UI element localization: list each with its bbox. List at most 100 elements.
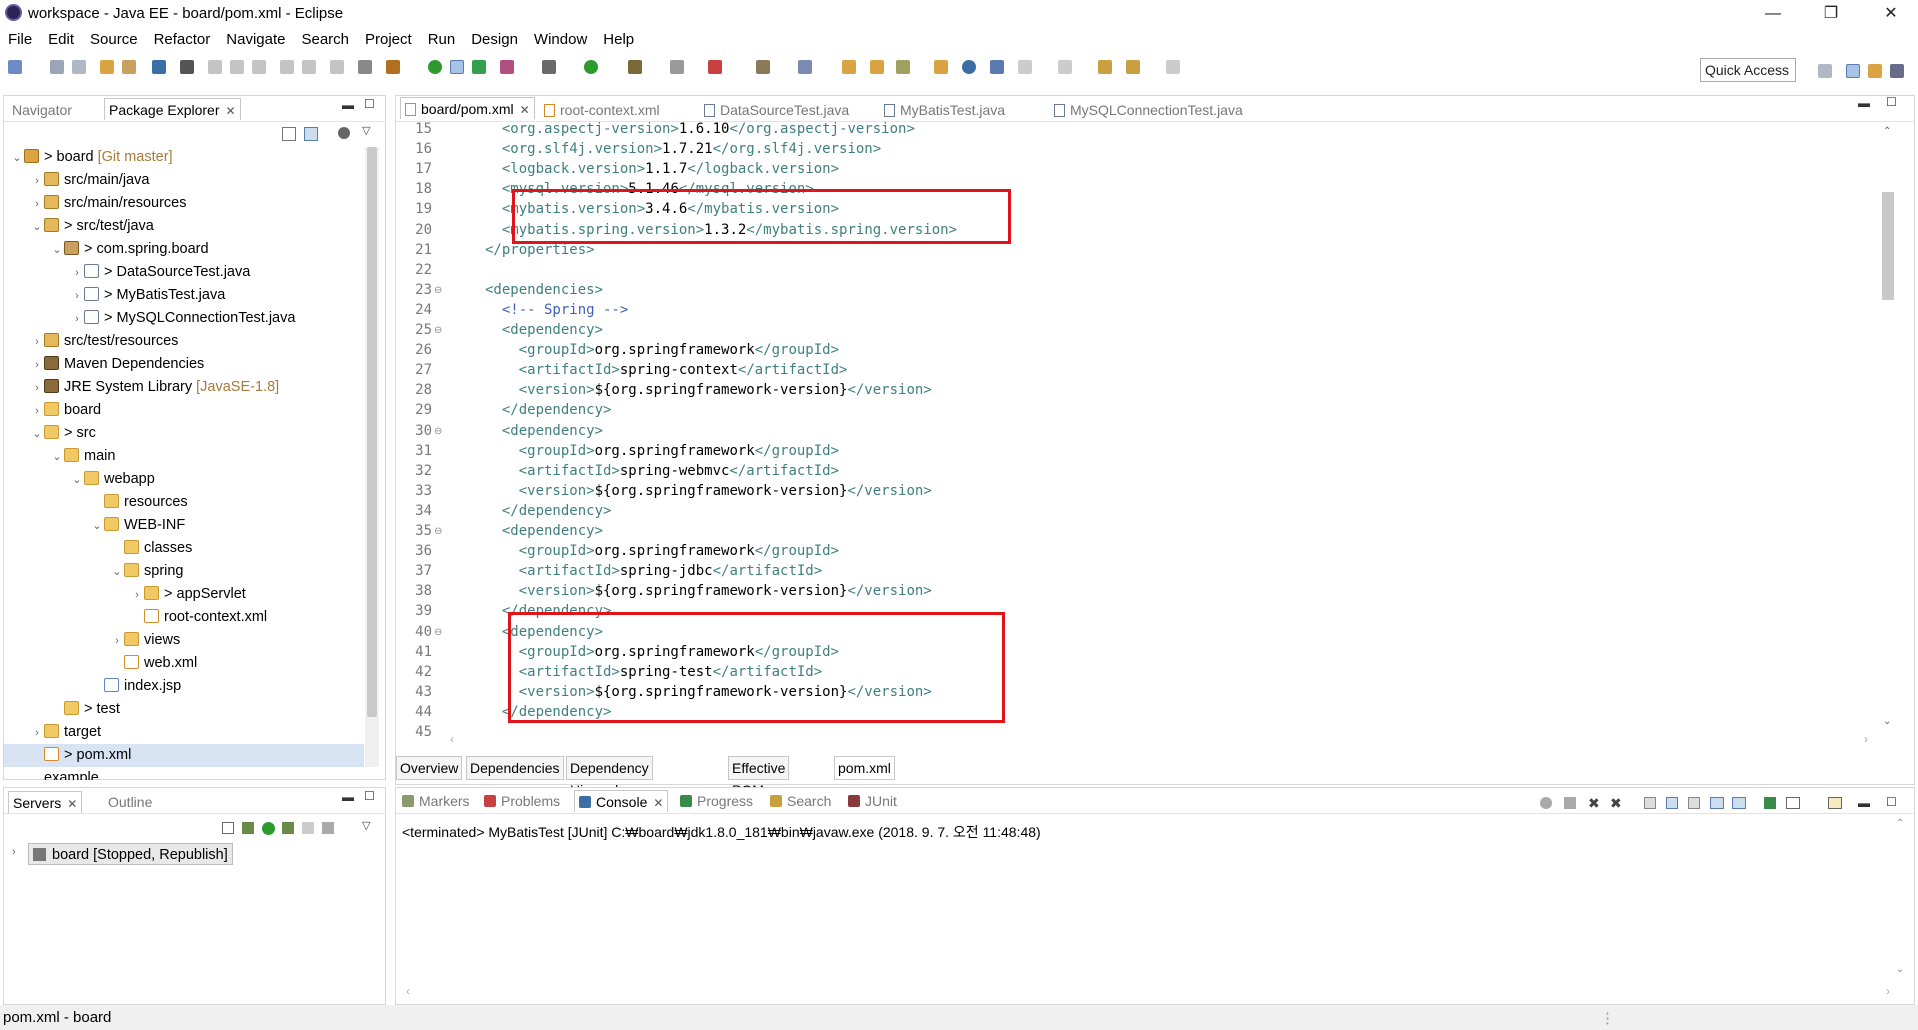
code-line[interactable]: <groupId>org.springframework</groupId> — [485, 342, 839, 358]
editor-tab[interactable]: board/pom.xml ✕ — [400, 97, 535, 119]
tree-item[interactable]: › > MyBatisTest.java — [4, 284, 225, 307]
open-console-icon[interactable] — [1828, 797, 1842, 809]
clear-console-icon[interactable] — [1644, 797, 1656, 809]
tree-item[interactable]: › target — [4, 721, 101, 744]
skip-breakpoints-icon[interactable] — [180, 60, 194, 74]
annotation-next-icon[interactable] — [1018, 60, 1032, 74]
code-line[interactable]: <org.aspectj-version>1.6.10</org.aspectj… — [485, 121, 915, 137]
open-resource-icon[interactable] — [122, 60, 136, 74]
expand-arrow-icon[interactable]: › — [12, 846, 16, 858]
minimize-button[interactable]: — — [1750, 2, 1796, 26]
toggle-mark-icon[interactable] — [358, 60, 372, 74]
code-line[interactable]: <dependency> — [485, 523, 603, 539]
save-all-icon[interactable] — [72, 60, 86, 74]
code-line[interactable]: <!-- Spring --> — [485, 302, 628, 318]
coverage-icon[interactable] — [500, 60, 514, 74]
pom-tab[interactable]: pom.xml — [834, 756, 895, 780]
resume-icon[interactable] — [208, 60, 222, 74]
open-folder-icon[interactable] — [842, 60, 856, 74]
code-line[interactable]: <version>${org.springframework-version}<… — [485, 483, 932, 499]
new-class-icon[interactable] — [798, 60, 812, 74]
block-select-icon[interactable] — [450, 60, 464, 74]
code-line[interactable]: <artifactId>spring-jdbc</artifactId> — [485, 563, 822, 579]
console-maximize-icon[interactable]: ☐ — [1886, 795, 1897, 809]
scroll-left-icon[interactable]: ‹ — [406, 984, 410, 998]
tree-item[interactable]: › views — [4, 629, 180, 652]
tree-item[interactable]: › > DataSourceTest.java — [4, 261, 250, 284]
tree-item[interactable]: ⌄ > board [Git master] — [4, 146, 173, 169]
quick-access-input[interactable]: Quick Access — [1700, 58, 1796, 82]
code-line[interactable]: <dependency> — [485, 322, 603, 338]
view-menu-icon[interactable]: ▽ — [362, 124, 370, 137]
java-ee-perspective-icon[interactable] — [1846, 64, 1860, 78]
stop-icon[interactable] — [670, 60, 684, 74]
tree-item[interactable]: ⌄ webapp — [4, 468, 155, 491]
server-item-board[interactable]: board [Stopped, Republish] — [28, 843, 233, 865]
terminate-console-icon[interactable] — [1564, 797, 1576, 809]
debug-icon[interactable] — [542, 60, 556, 74]
code-line[interactable]: <logback.version>1.1.7</logback.version> — [485, 161, 839, 177]
close-icon[interactable]: ✕ — [653, 796, 663, 810]
tree-item[interactable]: > pom.xml — [4, 744, 364, 767]
remove-all-icon[interactable]: ✖ — [1610, 795, 1622, 812]
terminal-icon[interactable] — [152, 60, 166, 74]
menu-run[interactable]: Run — [420, 28, 464, 48]
scroll-lock-icon[interactable] — [1666, 797, 1678, 809]
editor-scroll-thumb[interactable] — [1882, 192, 1894, 300]
stop-server-icon[interactable] — [302, 822, 314, 834]
console-view-tab[interactable]: Problems — [480, 790, 564, 812]
tree-item[interactable]: > test — [4, 698, 120, 721]
editor-tab[interactable]: DataSourceTest.java — [700, 99, 853, 121]
open-folder2-icon[interactable] — [870, 60, 884, 74]
search-folder-icon[interactable] — [934, 60, 948, 74]
tree-item[interactable]: resources — [4, 491, 188, 514]
menu-help[interactable]: Help — [595, 28, 642, 48]
link-editor-icon[interactable] — [304, 127, 318, 141]
collapse-icon[interactable] — [222, 822, 234, 834]
collapsed-arrow-icon[interactable]: › — [110, 630, 124, 653]
code-line[interactable]: <artifactId>spring-context</artifactId> — [485, 362, 848, 378]
menu-window[interactable]: Window — [526, 28, 595, 48]
console-minimize-icon[interactable]: ▬ — [1858, 796, 1870, 810]
fold-toggle-icon[interactable]: ⊖ — [434, 426, 442, 437]
minimize-view-icon[interactable]: ▬ — [342, 790, 354, 804]
remove-launch-icon[interactable]: ✖ — [1588, 795, 1600, 812]
save-icon[interactable] — [50, 60, 64, 74]
fold-toggle-icon[interactable]: ⊖ — [434, 526, 442, 537]
collapsed-arrow-icon[interactable]: › — [30, 354, 44, 377]
profile-server-icon[interactable] — [282, 822, 294, 834]
new-wizard-icon[interactable] — [756, 60, 770, 74]
editor-tab[interactable]: MySQLConnectionTest.java — [1050, 99, 1247, 121]
collapsed-arrow-icon[interactable]: › — [30, 193, 44, 216]
annotation-prev-icon[interactable] — [1058, 60, 1072, 74]
tree-item[interactable]: index.jsp — [4, 675, 181, 698]
tree-item[interactable]: › JRE System Library [JavaSE-1.8] — [4, 376, 279, 399]
pom-tab[interactable]: Overview — [396, 756, 463, 780]
suspend-icon[interactable] — [230, 60, 244, 74]
menu-refactor[interactable]: Refactor — [146, 28, 219, 48]
collapsed-arrow-icon[interactable]: › — [30, 377, 44, 400]
scroll-right-icon[interactable]: › — [1886, 984, 1890, 998]
pin-console-icon[interactable] — [1764, 797, 1776, 809]
server-start-icon[interactable] — [428, 60, 442, 74]
tree-item[interactable]: › src/test/resources — [4, 330, 178, 353]
code-line[interactable]: </dependency> — [485, 503, 612, 519]
close-icon[interactable]: ✕ — [520, 103, 530, 117]
console-view-tab[interactable]: Console ✕ — [574, 790, 669, 812]
menu-design[interactable]: Design — [463, 28, 526, 48]
explorer-scrollbar[interactable] — [365, 147, 379, 767]
scroll-up-icon[interactable]: ⌃ — [1896, 818, 1904, 829]
code-line[interactable]: <groupId>org.springframework</groupId> — [485, 543, 839, 559]
collapsed-arrow-icon[interactable]: › — [70, 285, 84, 308]
fold-toggle-icon[interactable]: ⊖ — [434, 325, 442, 336]
scroll-up-icon[interactable]: ⌃ — [1883, 126, 1891, 137]
pom-tab[interactable]: Dependency Hierarchy — [566, 756, 653, 798]
tree-item[interactable]: › > appServlet — [4, 583, 246, 606]
step-over-icon[interactable] — [302, 60, 316, 74]
tree-item[interactable]: web.xml — [4, 652, 197, 675]
collapsed-arrow-icon[interactable]: › — [30, 331, 44, 354]
code-line[interactable]: <org.slf4j.version>1.7.21</org.slf4j.ver… — [485, 141, 881, 157]
editor-horizontal-scrollbar[interactable]: ‹ › — [440, 732, 1880, 748]
code-line[interactable]: <version>${org.springframework-version}<… — [485, 583, 932, 599]
code-line[interactable]: <version>${org.springframework-version}<… — [485, 382, 932, 398]
